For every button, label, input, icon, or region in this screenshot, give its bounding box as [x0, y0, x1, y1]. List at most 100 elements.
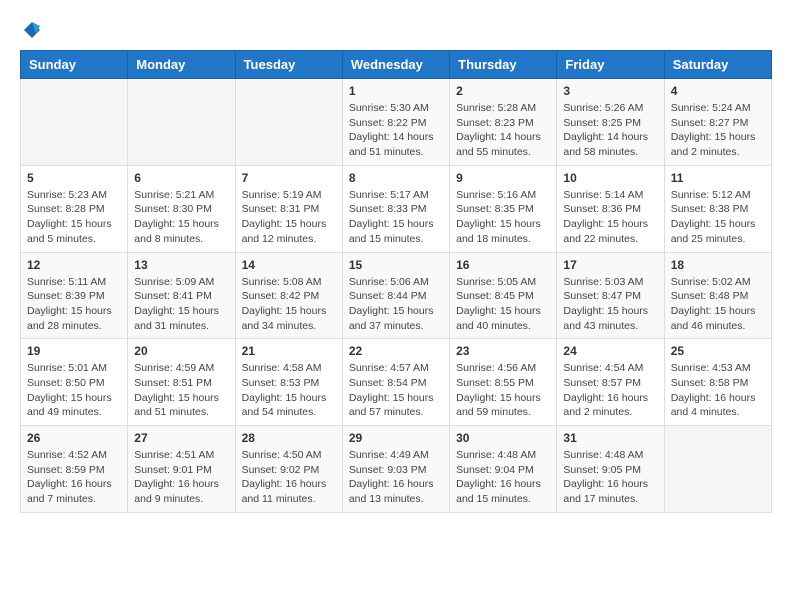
cell-content: Sunrise: 5:11 AM Sunset: 8:39 PM Dayligh…	[27, 275, 121, 334]
calendar-cell: 16 Sunrise: 5:05 AM Sunset: 8:45 PM Dayli…	[450, 252, 557, 339]
calendar-week-row: 1 Sunrise: 5:30 AM Sunset: 8:22 PM Daylig…	[21, 79, 772, 166]
day-number: 26	[27, 431, 121, 445]
logo	[20, 20, 42, 40]
calendar-cell	[664, 426, 771, 513]
day-number: 29	[349, 431, 443, 445]
calendar-cell: 22Sunrise: 4:57 AM Sunset: 8:54 PM Dayli…	[342, 339, 449, 426]
day-number: 19	[27, 344, 121, 358]
day-number: 10	[563, 171, 657, 185]
calendar-week-row: 26 Sunrise: 4:52 AM Sunset: 8:59 PM Dayli…	[21, 426, 772, 513]
day-number: 18	[671, 258, 765, 272]
day-number: 28	[242, 431, 336, 445]
calendar-cell: 2 Sunrise: 5:28 AM Sunset: 8:23 PM Daylig…	[450, 79, 557, 166]
calendar-cell	[235, 79, 342, 166]
cell-content: Sunrise: 5:30 AM Sunset: 8:22 PM Dayligh…	[349, 101, 443, 160]
calendar-cell: 27Sunrise: 4:51 AM Sunset: 9:01 PM Dayli…	[128, 426, 235, 513]
calendar-cell: 12Sunrise: 5:11 AM Sunset: 8:39 PM Dayli…	[21, 252, 128, 339]
calendar-cell: 14 Sunrise: 5:08 AM Sunset: 8:42 PM Dayli…	[235, 252, 342, 339]
calendar-cell: 19 Sunrise: 5:01 AM Sunset: 8:50 PM Dayli…	[21, 339, 128, 426]
day-number: 7	[242, 171, 336, 185]
cell-content: Sunrise: 4:48 AM Sunset: 9:04 PM Dayligh…	[456, 448, 550, 507]
cell-content: Sunrise: 5:21 AM Sunset: 8:30 PM Dayligh…	[134, 188, 228, 247]
cell-content: Sunrise: 5:23 AM Sunset: 8:28 PM Dayligh…	[27, 188, 121, 247]
calendar-cell: 5 Sunrise: 5:23 AM Sunset: 8:28 PM Daylig…	[21, 165, 128, 252]
cell-content: Sunrise: 5:03 AM Sunset: 8:47 PM Dayligh…	[563, 275, 657, 334]
calendar-cell: 25Sunrise: 4:53 AM Sunset: 8:58 PM Dayli…	[664, 339, 771, 426]
calendar-week-row: 19 Sunrise: 5:01 AM Sunset: 8:50 PM Dayli…	[21, 339, 772, 426]
day-number: 4	[671, 84, 765, 98]
calendar-week-row: 5 Sunrise: 5:23 AM Sunset: 8:28 PM Daylig…	[21, 165, 772, 252]
calendar-day-header: Friday	[557, 51, 664, 79]
cell-content: Sunrise: 4:52 AM Sunset: 8:59 PM Dayligh…	[27, 448, 121, 507]
calendar-header-row: SundayMondayTuesdayWednesdayThursdayFrid…	[21, 51, 772, 79]
calendar-day-header: Tuesday	[235, 51, 342, 79]
day-number: 20	[134, 344, 228, 358]
day-number: 6	[134, 171, 228, 185]
day-number: 21	[242, 344, 336, 358]
cell-content: Sunrise: 5:26 AM Sunset: 8:25 PM Dayligh…	[563, 101, 657, 160]
cell-content: Sunrise: 5:19 AM Sunset: 8:31 PM Dayligh…	[242, 188, 336, 247]
calendar-cell: 28 Sunrise: 4:50 AM Sunset: 9:02 PM Dayli…	[235, 426, 342, 513]
day-number: 8	[349, 171, 443, 185]
day-number: 24	[563, 344, 657, 358]
calendar-day-header: Sunday	[21, 51, 128, 79]
day-number: 25	[671, 344, 765, 358]
day-number: 13	[134, 258, 228, 272]
cell-content: Sunrise: 4:50 AM Sunset: 9:02 PM Dayligh…	[242, 448, 336, 507]
day-number: 1	[349, 84, 443, 98]
calendar-day-header: Thursday	[450, 51, 557, 79]
day-number: 23	[456, 344, 550, 358]
cell-content: Sunrise: 5:17 AM Sunset: 8:33 PM Dayligh…	[349, 188, 443, 247]
calendar-cell: 13Sunrise: 5:09 AM Sunset: 8:41 PM Dayli…	[128, 252, 235, 339]
cell-content: Sunrise: 5:24 AM Sunset: 8:27 PM Dayligh…	[671, 101, 765, 160]
day-number: 5	[27, 171, 121, 185]
day-number: 16	[456, 258, 550, 272]
calendar-week-row: 12Sunrise: 5:11 AM Sunset: 8:39 PM Dayli…	[21, 252, 772, 339]
calendar-cell: 3Sunrise: 5:26 AM Sunset: 8:25 PM Daylig…	[557, 79, 664, 166]
day-number: 30	[456, 431, 550, 445]
day-number: 11	[671, 171, 765, 185]
cell-content: Sunrise: 5:28 AM Sunset: 8:23 PM Dayligh…	[456, 101, 550, 160]
day-number: 17	[563, 258, 657, 272]
calendar-cell	[21, 79, 128, 166]
calendar-cell: 9 Sunrise: 5:16 AM Sunset: 8:35 PM Daylig…	[450, 165, 557, 252]
cell-content: Sunrise: 4:49 AM Sunset: 9:03 PM Dayligh…	[349, 448, 443, 507]
cell-content: Sunrise: 4:56 AM Sunset: 8:55 PM Dayligh…	[456, 361, 550, 420]
calendar-cell: 23 Sunrise: 4:56 AM Sunset: 8:55 PM Dayli…	[450, 339, 557, 426]
calendar-cell: 11 Sunrise: 5:12 AM Sunset: 8:38 PM Dayli…	[664, 165, 771, 252]
day-number: 14	[242, 258, 336, 272]
day-number: 15	[349, 258, 443, 272]
calendar-table: SundayMondayTuesdayWednesdayThursdayFrid…	[20, 50, 772, 513]
calendar-cell: 6 Sunrise: 5:21 AM Sunset: 8:30 PM Daylig…	[128, 165, 235, 252]
page-header	[20, 20, 772, 40]
cell-content: Sunrise: 5:12 AM Sunset: 8:38 PM Dayligh…	[671, 188, 765, 247]
cell-content: Sunrise: 5:01 AM Sunset: 8:50 PM Dayligh…	[27, 361, 121, 420]
calendar-cell: 30 Sunrise: 4:48 AM Sunset: 9:04 PM Dayli…	[450, 426, 557, 513]
cell-content: Sunrise: 5:08 AM Sunset: 8:42 PM Dayligh…	[242, 275, 336, 334]
cell-content: Sunrise: 4:51 AM Sunset: 9:01 PM Dayligh…	[134, 448, 228, 507]
calendar-cell: 20 Sunrise: 4:59 AM Sunset: 8:51 PM Dayli…	[128, 339, 235, 426]
calendar-cell: 29 Sunrise: 4:49 AM Sunset: 9:03 PM Dayli…	[342, 426, 449, 513]
calendar-day-header: Monday	[128, 51, 235, 79]
cell-content: Sunrise: 5:14 AM Sunset: 8:36 PM Dayligh…	[563, 188, 657, 247]
cell-content: Sunrise: 4:48 AM Sunset: 9:05 PM Dayligh…	[563, 448, 657, 507]
calendar-cell: 7 Sunrise: 5:19 AM Sunset: 8:31 PM Daylig…	[235, 165, 342, 252]
cell-content: Sunrise: 5:06 AM Sunset: 8:44 PM Dayligh…	[349, 275, 443, 334]
calendar-cell: 21Sunrise: 4:58 AM Sunset: 8:53 PM Dayli…	[235, 339, 342, 426]
cell-content: Sunrise: 4:54 AM Sunset: 8:57 PM Dayligh…	[563, 361, 657, 420]
day-number: 2	[456, 84, 550, 98]
cell-content: Sunrise: 5:02 AM Sunset: 8:48 PM Dayligh…	[671, 275, 765, 334]
cell-content: Sunrise: 4:59 AM Sunset: 8:51 PM Dayligh…	[134, 361, 228, 420]
calendar-cell: 26 Sunrise: 4:52 AM Sunset: 8:59 PM Dayli…	[21, 426, 128, 513]
cell-content: Sunrise: 5:16 AM Sunset: 8:35 PM Dayligh…	[456, 188, 550, 247]
calendar-cell: 31 Sunrise: 4:48 AM Sunset: 9:05 PM Dayli…	[557, 426, 664, 513]
calendar-cell: 1 Sunrise: 5:30 AM Sunset: 8:22 PM Daylig…	[342, 79, 449, 166]
calendar-cell: 24 Sunrise: 4:54 AM Sunset: 8:57 PM Dayli…	[557, 339, 664, 426]
calendar-cell: 8 Sunrise: 5:17 AM Sunset: 8:33 PM Daylig…	[342, 165, 449, 252]
calendar-day-header: Saturday	[664, 51, 771, 79]
day-number: 9	[456, 171, 550, 185]
logo-icon	[22, 20, 42, 40]
cell-content: Sunrise: 5:05 AM Sunset: 8:45 PM Dayligh…	[456, 275, 550, 334]
calendar-cell: 18 Sunrise: 5:02 AM Sunset: 8:48 PM Dayli…	[664, 252, 771, 339]
day-number: 31	[563, 431, 657, 445]
